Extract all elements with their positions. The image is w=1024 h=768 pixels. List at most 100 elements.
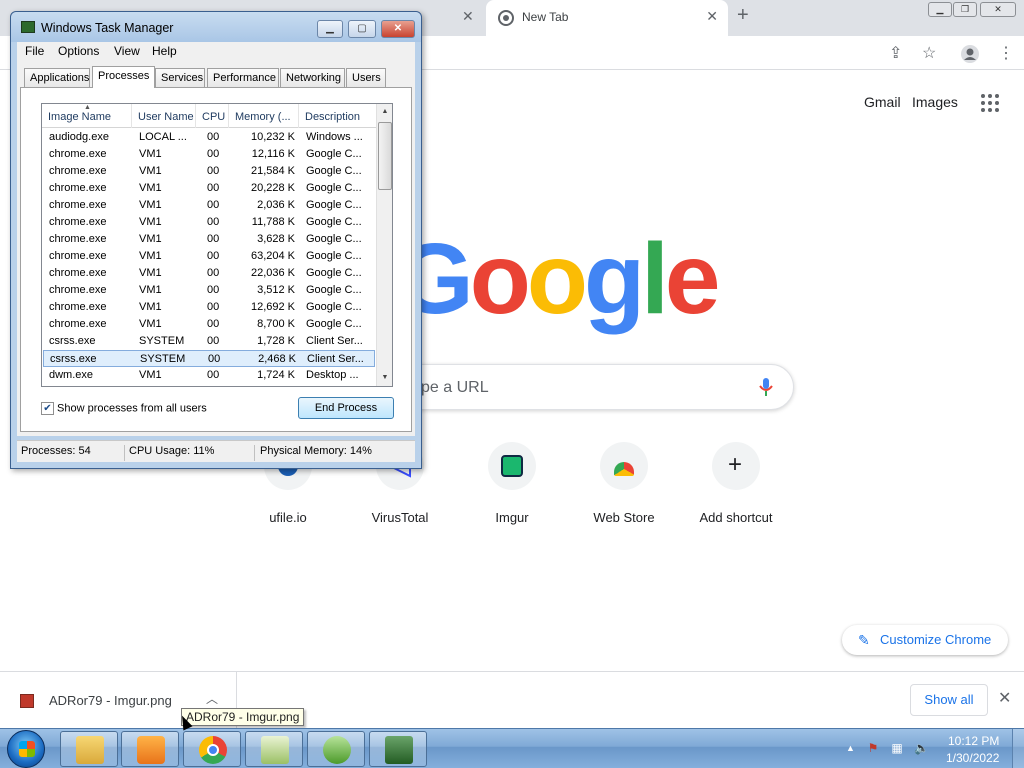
browser-tab-background[interactable] bbox=[420, 0, 486, 36]
process-user-cell: VM1 bbox=[139, 284, 162, 296]
taskbar-app-task-manager[interactable] bbox=[369, 731, 427, 767]
voice-search-mic-icon[interactable] bbox=[759, 377, 773, 397]
window-restore-button[interactable]: ❐ bbox=[953, 2, 977, 17]
column-cpu[interactable]: CPU bbox=[196, 104, 229, 128]
process-name-cell: chrome.exe bbox=[49, 233, 107, 245]
shortcut-imgur[interactable]: Imgur bbox=[456, 442, 568, 525]
tab-networking[interactable]: Networking bbox=[280, 68, 345, 88]
show-desktop-button[interactable] bbox=[1012, 729, 1024, 768]
window-close-button[interactable]: ✕ bbox=[980, 2, 1016, 17]
column-user-name[interactable]: User Name bbox=[132, 104, 196, 128]
process-row[interactable]: csrss.exe SYSTEM 00 2,468 K Client Ser... bbox=[43, 350, 375, 367]
process-name-cell: csrss.exe bbox=[49, 335, 96, 347]
process-name-cell: chrome.exe bbox=[49, 216, 107, 228]
process-user-cell: VM1 bbox=[139, 148, 162, 160]
process-row[interactable]: chrome.exe VM1 00 20,228 K Google C... bbox=[43, 180, 375, 197]
menu-options[interactable]: Options bbox=[58, 44, 99, 58]
taskbar-app-media-player[interactable] bbox=[121, 731, 179, 767]
maximize-button[interactable]: ▢ bbox=[348, 20, 376, 38]
download-file-name: ADRor79 - Imgur.png bbox=[49, 693, 172, 708]
process-row[interactable]: chrome.exe VM1 00 11,788 K Google C... bbox=[43, 214, 375, 231]
process-row[interactable]: csrss.exe SYSTEM 00 1,728 K Client Ser... bbox=[43, 333, 375, 350]
show-all-downloads-button[interactable]: Show all bbox=[910, 684, 988, 716]
tab-close-icon[interactable]: ✕ bbox=[462, 8, 474, 25]
shortcut-label: Imgur bbox=[495, 510, 529, 525]
scroll-up-arrow-icon[interactable]: ▲ bbox=[377, 104, 392, 120]
start-button[interactable] bbox=[7, 730, 45, 768]
windows-taskbar: ▲ ⚑ ▦ 🔈 10:12 PM 1/30/2022 bbox=[0, 728, 1024, 768]
taskbar-app-download-tool[interactable] bbox=[307, 731, 365, 767]
process-row[interactable]: chrome.exe VM1 00 21,584 K Google C... bbox=[43, 163, 375, 180]
tab-performance[interactable]: Performance bbox=[207, 68, 279, 88]
process-mem-cell: 22,036 K bbox=[250, 267, 295, 279]
show-all-processes-checkbox-row[interactable]: ✔ Show processes from all users bbox=[41, 402, 207, 415]
process-mem-cell: 1,724 K bbox=[257, 369, 295, 381]
column-description[interactable]: Description bbox=[299, 104, 376, 128]
process-row[interactable]: dwm.exe VM1 00 1,724 K Desktop ... bbox=[43, 367, 375, 384]
taskbar-app-explorer[interactable] bbox=[60, 731, 118, 767]
column-memory[interactable]: Memory (... bbox=[229, 104, 299, 128]
new-tab-button[interactable]: + bbox=[737, 4, 749, 27]
customize-chrome-button[interactable]: ✎ Customize Chrome bbox=[842, 625, 1008, 655]
search-input[interactable]: pe a URL bbox=[380, 364, 794, 410]
network-icon[interactable]: ▦ bbox=[890, 741, 904, 755]
tab-applications[interactable]: Applications bbox=[24, 68, 90, 88]
scrollbar-thumb[interactable] bbox=[378, 122, 392, 190]
process-mem-cell: 12,116 K bbox=[251, 148, 295, 160]
process-mem-cell: 11,788 K bbox=[251, 216, 295, 228]
browser-tab-newtab[interactable]: New Tab ✕ bbox=[486, 0, 728, 36]
task-manager-window: Windows Task Manager ▁ ▢ ✕ File Options … bbox=[10, 11, 422, 469]
tab-processes[interactable]: Processes bbox=[92, 66, 155, 88]
close-shelf-icon[interactable]: ✕ bbox=[998, 688, 1011, 708]
tab-services[interactable]: Services bbox=[155, 68, 205, 88]
volume-icon[interactable]: 🔈 bbox=[914, 741, 929, 755]
show-hidden-icons-icon[interactable]: ▲ bbox=[846, 743, 855, 753]
column-image-name[interactable]: Image Name bbox=[42, 104, 132, 128]
download-shelf: ADRor79 - Imgur.png ︿ Show all ✕ bbox=[0, 671, 1024, 728]
process-row[interactable]: chrome.exe VM1 00 8,700 K Google C... bbox=[43, 316, 375, 333]
plus-icon: + bbox=[712, 442, 760, 490]
image-file-icon bbox=[20, 694, 34, 708]
taskbar-app-chrome[interactable] bbox=[183, 731, 241, 767]
process-row[interactable]: chrome.exe VM1 00 3,628 K Google C... bbox=[43, 231, 375, 248]
profile-avatar-icon[interactable] bbox=[960, 44, 980, 64]
chrome-menu-icon[interactable]: ⋮ bbox=[998, 43, 1014, 63]
process-row[interactable]: chrome.exe VM1 00 63,204 K Google C... bbox=[43, 248, 375, 265]
close-button[interactable]: ✕ bbox=[381, 20, 415, 38]
show-all-processes-checkbox[interactable]: ✔ bbox=[41, 402, 54, 415]
process-row[interactable]: chrome.exe VM1 00 12,116 K Google C... bbox=[43, 146, 375, 163]
process-list[interactable]: ▲ Image Name User Name CPU Memory (... D… bbox=[41, 103, 393, 387]
shortcut-label: Add shortcut bbox=[699, 510, 773, 525]
menu-help[interactable]: Help bbox=[152, 44, 177, 58]
menu-file[interactable]: File bbox=[25, 44, 44, 58]
tab-close-icon[interactable]: ✕ bbox=[706, 8, 718, 25]
images-link[interactable]: Images bbox=[912, 94, 958, 110]
clock-time[interactable]: 10:12 PM bbox=[948, 734, 999, 748]
clock-date[interactable]: 1/30/2022 bbox=[946, 751, 999, 765]
process-row[interactable]: chrome.exe VM1 00 12,692 K Google C... bbox=[43, 299, 375, 316]
shortcut-webstore[interactable]: Web Store bbox=[568, 442, 680, 525]
share-icon[interactable]: ⇪ bbox=[889, 43, 902, 63]
process-list-scrollbar[interactable]: ▲ ▼ bbox=[376, 104, 392, 386]
process-row[interactable]: chrome.exe VM1 00 2,036 K Google C... bbox=[43, 197, 375, 214]
show-all-processes-label: Show processes from all users bbox=[57, 402, 207, 415]
chevron-up-icon[interactable]: ︿ bbox=[206, 690, 218, 707]
google-apps-icon[interactable] bbox=[981, 94, 999, 112]
process-row[interactable]: chrome.exe VM1 00 3,512 K Google C... bbox=[43, 282, 375, 299]
task-manager-titlebar[interactable]: Windows Task Manager ▁ ▢ ✕ bbox=[11, 12, 421, 42]
task-manager-body: Applications Processes Services Performa… bbox=[17, 62, 415, 436]
minimize-button[interactable]: ▁ bbox=[317, 20, 343, 38]
scroll-down-arrow-icon[interactable]: ▼ bbox=[377, 370, 392, 386]
webstore-icon bbox=[600, 442, 648, 490]
action-center-flag-icon[interactable]: ⚑ bbox=[866, 741, 880, 755]
gmail-link[interactable]: Gmail bbox=[864, 94, 901, 110]
add-shortcut-button[interactable]: + Add shortcut bbox=[680, 442, 792, 525]
process-row[interactable]: audiodg.exe LOCAL ... 00 10,232 K Windows ..… bbox=[43, 129, 375, 146]
process-row[interactable]: chrome.exe VM1 00 22,036 K Google C... bbox=[43, 265, 375, 282]
taskbar-app-notepad[interactable] bbox=[245, 731, 303, 767]
tab-users[interactable]: Users bbox=[346, 68, 386, 88]
menu-view[interactable]: View bbox=[114, 44, 140, 58]
end-process-button[interactable]: End Process bbox=[298, 397, 394, 419]
window-minimize-button[interactable]: ▁ bbox=[928, 2, 952, 17]
bookmark-star-icon[interactable]: ☆ bbox=[922, 43, 936, 63]
